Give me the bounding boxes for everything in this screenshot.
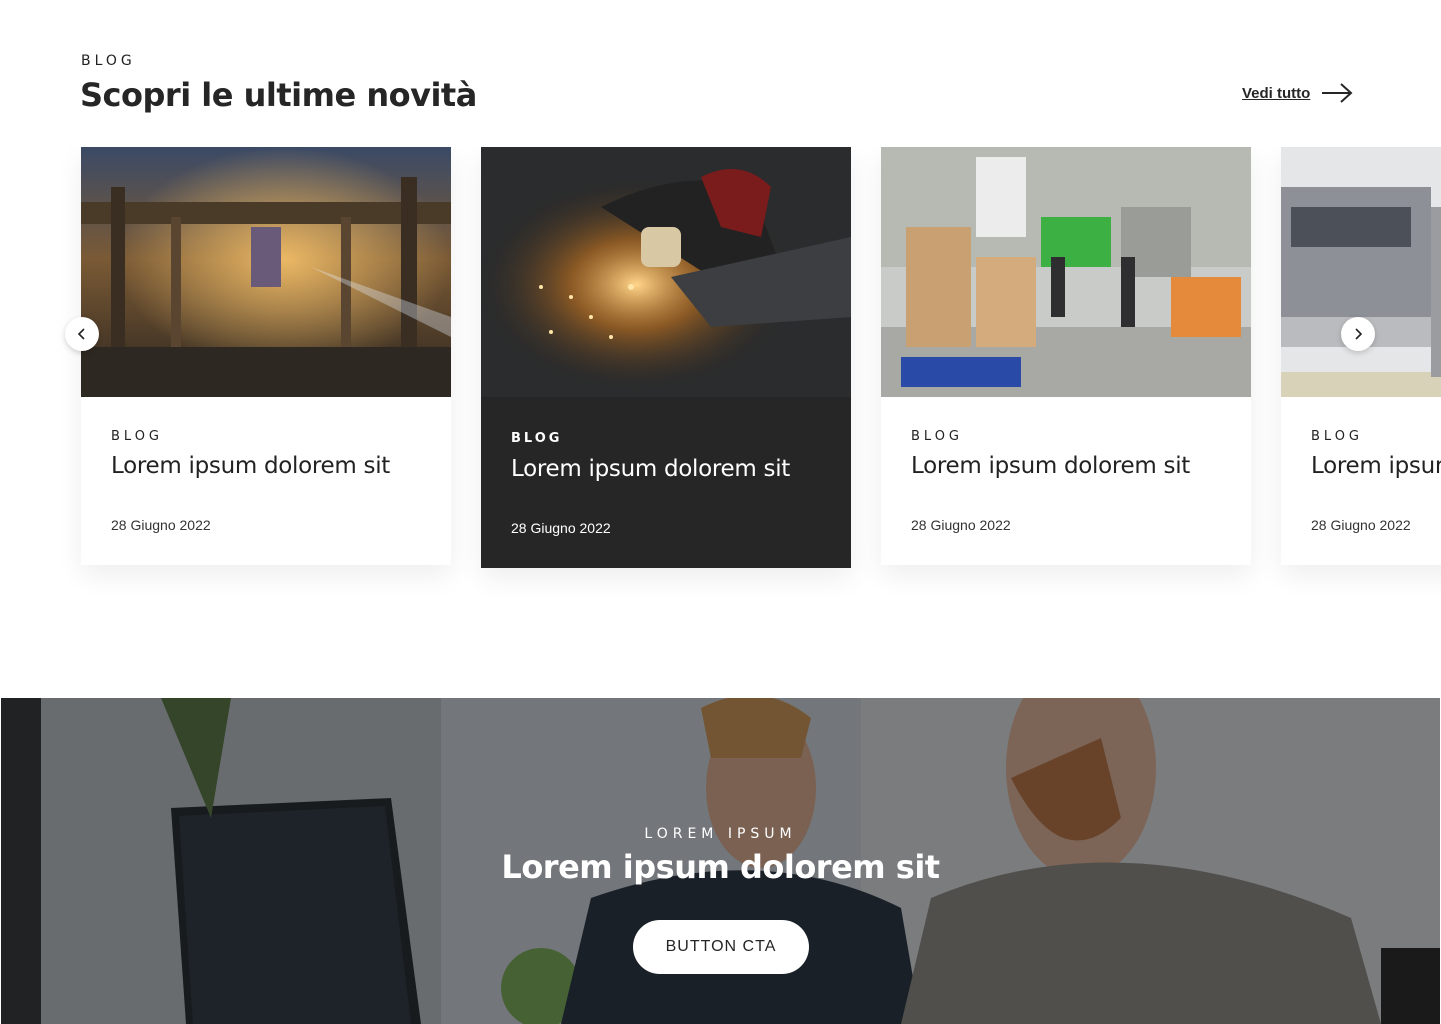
blog-card[interactable]: BLOG Lorem ipsum dolorem sit 28 Giugno 2… — [881, 147, 1251, 565]
card-title: Lorem ipsum dolorem sit — [111, 453, 391, 479]
blog-section: BLOG Scopri le ultime novità Vedi tutto — [0, 0, 1441, 698]
card-date: 28 Giugno 2022 — [511, 520, 611, 536]
card-eyebrow: BLOG — [511, 431, 563, 446]
chevron-right-icon — [1355, 328, 1363, 340]
card-eyebrow: BLOG — [1311, 429, 1364, 444]
cta-banner: LOREM IPSUM Lorem ipsum dolorem sit BUTT… — [1, 698, 1440, 1024]
see-all-label: Vedi tutto — [1242, 84, 1311, 102]
carousel-next-button[interactable] — [1341, 317, 1375, 351]
carousel-prev-button[interactable] — [65, 317, 99, 351]
card-date: 28 Giugno 2022 — [1311, 517, 1411, 533]
card-title: Lorem ipsum dolorem sit — [511, 456, 791, 482]
blog-eyebrow: BLOG — [81, 53, 136, 69]
cta-title: Lorem ipsum dolorem sit — [501, 848, 940, 886]
card-image — [881, 147, 1251, 397]
card-date: 28 Giugno 2022 — [111, 517, 211, 533]
card-title: Lorem ipsum dolorem sit — [911, 453, 1191, 479]
blog-card[interactable]: BLOG Lorem ipsum dolorem sit 28 Giugno 2… — [1281, 147, 1441, 565]
card-title: Lorem ipsum dolorem sit — [1311, 453, 1441, 479]
blog-card[interactable]: BLOG Lorem ipsum dolorem sit 28 Giugno 2… — [81, 147, 451, 565]
cta-eyebrow: LOREM IPSUM — [644, 826, 797, 842]
card-image — [1281, 147, 1441, 397]
cta-button[interactable]: BUTTON CTA — [633, 920, 809, 974]
see-all-link[interactable]: Vedi tutto — [1242, 82, 1354, 104]
chevron-left-icon — [77, 328, 85, 340]
blog-card-active[interactable]: BLOG Lorem ipsum dolorem sit 28 Giugno 2… — [481, 147, 851, 568]
card-image — [81, 147, 451, 397]
card-image — [481, 147, 851, 397]
arrow-right-icon — [1322, 83, 1353, 103]
card-eyebrow: BLOG — [111, 429, 164, 444]
card-eyebrow: BLOG — [911, 429, 964, 444]
card-date: 28 Giugno 2022 — [911, 517, 1011, 533]
blog-carousel: BLOG Lorem ipsum dolorem sit 28 Giugno 2… — [0, 147, 1441, 607]
blog-section-title: Scopri le ultime novità — [80, 76, 477, 114]
